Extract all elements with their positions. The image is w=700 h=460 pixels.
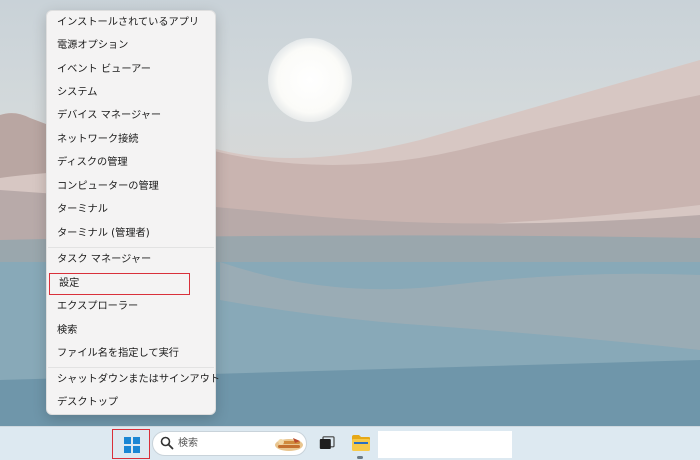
task-view-icon[interactable]	[319, 436, 335, 450]
menu-item-desktop[interactable]: デスクトップ	[47, 392, 217, 414]
menu-item-file-explorer[interactable]: エクスプローラー	[47, 296, 217, 318]
menu-item-event-viewer[interactable]: イベント ビューアー	[47, 59, 217, 81]
search-label: 検索	[178, 438, 198, 449]
menu-item-system[interactable]: システム	[47, 82, 217, 104]
windows-logo-icon	[124, 437, 140, 453]
search-highlight-icon	[275, 438, 303, 451]
taskbar-blank-area	[378, 431, 512, 458]
menu-item-disk-management[interactable]: ディスクの管理	[47, 152, 217, 174]
menu-item-installed-apps[interactable]: インストールされているアプリ	[47, 12, 217, 34]
menu-item-task-manager[interactable]: タスク マネージャー	[47, 249, 217, 271]
taskbar-search-box[interactable]: 検索	[152, 431, 307, 456]
search-icon	[160, 436, 174, 450]
menu-item-computer-management[interactable]: コンピューターの管理	[47, 176, 217, 198]
file-explorer-icon[interactable]	[351, 434, 371, 452]
menu-item-settings[interactable]: 設定	[49, 273, 190, 295]
menu-item-terminal-admin[interactable]: ターミナル (管理者)	[47, 223, 217, 245]
sun	[268, 38, 352, 122]
chevron-right-icon: ›	[202, 373, 207, 386]
menu-item-network-connections[interactable]: ネットワーク接続	[47, 129, 217, 151]
taskbar: 検索	[0, 426, 700, 460]
context-menu: インストールされているアプリ 電源オプション イベント ビューアー システム デ…	[46, 10, 220, 415]
menu-item-terminal[interactable]: ターミナル	[47, 199, 217, 221]
menu-item-shutdown-signout[interactable]: シャットダウンまたはサインアウト ›	[47, 369, 220, 391]
menu-separator	[48, 247, 214, 248]
menu-item-search[interactable]: 検索	[47, 320, 217, 342]
menu-separator	[48, 367, 214, 368]
running-indicator	[357, 456, 363, 459]
menu-item-device-manager[interactable]: デバイス マネージャー	[47, 105, 217, 127]
start-button[interactable]	[112, 429, 150, 459]
menu-item-run[interactable]: ファイル名を指定して実行	[47, 343, 217, 365]
menu-item-power-options[interactable]: 電源オプション	[47, 35, 217, 57]
